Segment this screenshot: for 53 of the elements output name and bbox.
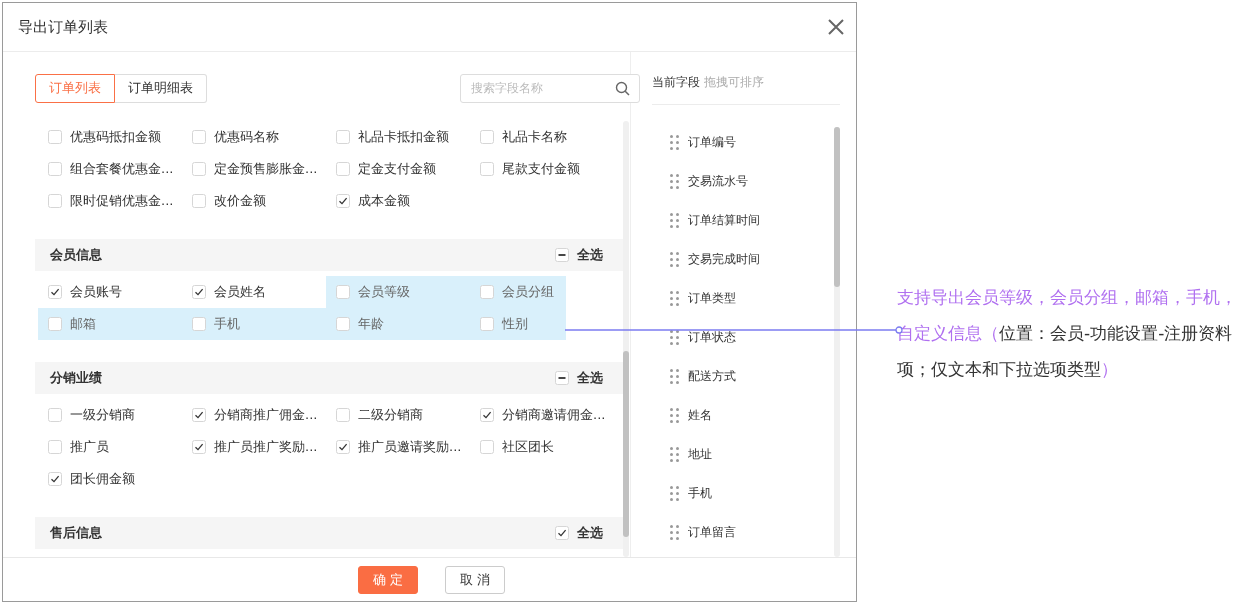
select-all-label[interactable]: 全选: [577, 246, 603, 264]
section-title: 分销业绩: [50, 369, 102, 387]
field-option[interactable]: 礼品卡抵扣金额: [326, 121, 470, 153]
panel-hint: 拖拽可排序: [704, 74, 764, 91]
field-option[interactable]: 推广员推广奖励...: [182, 431, 326, 463]
field-option[interactable]: 会员姓名: [182, 276, 326, 308]
field-option[interactable]: 定金支付金额: [326, 153, 470, 185]
field-option[interactable]: 定金预售膨胀金...: [182, 153, 326, 185]
field-list-item[interactable]: 交易完成时间: [670, 240, 834, 279]
cancel-button[interactable]: 取 消: [445, 565, 505, 594]
field-option[interactable]: 社区团长: [470, 431, 614, 463]
field-option[interactable]: 手机: [182, 308, 326, 340]
field-option[interactable]: 会员等级: [326, 276, 470, 308]
annotation-highlight-text: 支持导出会员等级，会员分组，邮箱，手机，: [897, 286, 1237, 309]
field-option[interactable]: 优惠码抵扣金额: [38, 121, 182, 153]
field-list-item[interactable]: 手机: [670, 474, 834, 513]
annotation-text: 位置：会员-功能设置-注册资料: [999, 322, 1233, 345]
select-all-label[interactable]: 全选: [577, 369, 603, 387]
field-list-item[interactable]: 订单状态: [670, 318, 834, 357]
field-option[interactable]: 改价金额: [182, 185, 326, 217]
search-field[interactable]: 搜索字段名称: [460, 73, 640, 103]
section-title: 会员信息: [50, 246, 102, 264]
dialog-title: 导出订单列表: [18, 17, 108, 37]
field-option[interactable]: 尾款支付金额: [470, 153, 614, 185]
field-list-item[interactable]: 订单编号: [670, 123, 834, 162]
field-option[interactable]: 年龄: [326, 308, 470, 340]
panel-title: 当前字段: [652, 74, 700, 91]
field-option[interactable]: 限时促销优惠金...: [38, 185, 182, 217]
field-option[interactable]: 会员账号: [38, 276, 182, 308]
field-option[interactable]: 推广员邀请奖励...: [326, 431, 470, 463]
tab[interactable]: 订单明细表: [115, 73, 207, 103]
field-option[interactable]: 二级分销商: [326, 399, 470, 431]
section-title: 售后信息: [50, 524, 102, 542]
select-all-label[interactable]: 全选: [577, 524, 603, 542]
field-option[interactable]: 优惠码名称: [182, 121, 326, 153]
field-option[interactable]: 分销商邀请佣金...: [470, 399, 614, 431]
field-option[interactable]: 分销商推广佣金...: [182, 399, 326, 431]
field-list-item[interactable]: 姓名: [670, 396, 834, 435]
field-list-item[interactable]: 订单留言: [670, 513, 834, 552]
field-option[interactable]: 礼品卡名称: [470, 121, 614, 153]
field-list-item[interactable]: 订单类型: [670, 279, 834, 318]
field-option[interactable]: 推广员: [38, 431, 182, 463]
field-list-item[interactable]: 订单结算时间: [670, 201, 834, 240]
field-list-item[interactable]: 配送方式: [670, 357, 834, 396]
field-option[interactable]: 团长佣金额: [38, 463, 182, 495]
field-option[interactable]: 组合套餐优惠金...: [38, 153, 182, 185]
field-option[interactable]: 邮箱: [38, 308, 182, 340]
field-option[interactable]: 成本金额: [326, 185, 470, 217]
field-list-item[interactable]: 地址: [670, 435, 834, 474]
annotation-highlight-text: ）: [1101, 358, 1118, 381]
field-list-item[interactable]: 交易流水号: [670, 162, 834, 201]
field-option[interactable]: 一级分销商: [38, 399, 182, 431]
annotation-text: 项；仅文本和下拉选项类型: [897, 358, 1101, 381]
